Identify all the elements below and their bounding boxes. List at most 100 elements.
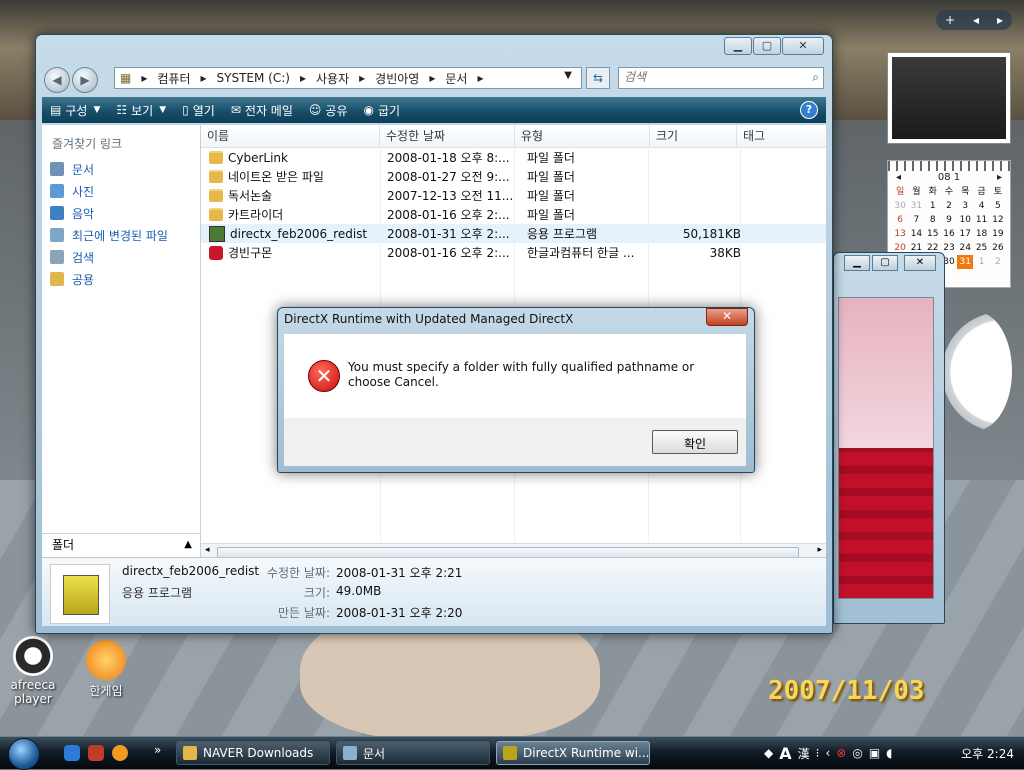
- calendar-day[interactable]: 31: [908, 199, 924, 213]
- search-icon[interactable]: ⌕: [812, 70, 819, 85]
- calendar-day[interactable]: 2: [990, 255, 1006, 269]
- calendar-day[interactable]: 1: [925, 199, 941, 213]
- taskbar-button-documents[interactable]: 문서: [336, 741, 490, 765]
- calendar-day[interactable]: 2: [941, 199, 957, 213]
- webcam-gadget[interactable]: [887, 52, 1011, 144]
- start-button[interactable]: [8, 738, 40, 770]
- sidebar-item-public[interactable]: 공용: [42, 268, 200, 290]
- breadcrumb-users[interactable]: 사용자: [316, 70, 349, 87]
- calendar-day[interactable]: 15: [925, 227, 941, 241]
- back-button[interactable]: ◀: [44, 67, 70, 93]
- calendar-day[interactable]: 16: [941, 227, 957, 241]
- close-button[interactable]: ✕: [782, 37, 824, 55]
- address-bar[interactable]: ▦ ▸ 컴퓨터 ▸ SYSTEM (C:) ▸ 사용자 ▸ 경빈아영 ▸ 문서 …: [114, 67, 582, 89]
- calendar-day[interactable]: 12: [990, 213, 1006, 227]
- add-gadget-icon[interactable]: +: [945, 13, 955, 27]
- scroll-left-icon[interactable]: ◂: [205, 545, 210, 555]
- calendar-day[interactable]: 10: [957, 213, 973, 227]
- ime-mode[interactable]: A: [779, 744, 791, 763]
- column-tags[interactable]: 태그: [737, 125, 813, 147]
- share-button[interactable]: ☺ 공유: [301, 98, 356, 122]
- calendar-day[interactable]: 19: [990, 227, 1006, 241]
- scroll-right-icon[interactable]: ▸: [817, 545, 822, 555]
- breadcrumb-documents[interactable]: 문서: [445, 70, 467, 87]
- close-button[interactable]: ✕: [904, 255, 936, 271]
- hanja-mode[interactable]: 漢: [798, 745, 810, 762]
- sidebar-item-recent[interactable]: 최근에 변경된 파일: [42, 224, 200, 246]
- column-name[interactable]: 이름: [201, 125, 380, 147]
- calendar-day[interactable]: 26: [990, 241, 1006, 255]
- search-box[interactable]: ⌕: [618, 67, 824, 89]
- maximize-button[interactable]: ▢: [872, 255, 898, 271]
- error-icon: ✕: [308, 360, 340, 392]
- breadcrumb-user[interactable]: 경빈아영: [375, 70, 419, 87]
- quicklaunch-app-icon[interactable]: [88, 745, 104, 761]
- minimize-button[interactable]: ▁: [724, 37, 752, 55]
- photo-viewer-window[interactable]: ▁ ▢ ✕: [833, 252, 945, 624]
- antivirus-icon[interactable]: ◎: [852, 746, 862, 760]
- column-size[interactable]: 크기: [650, 125, 737, 147]
- quicklaunch-more-icon[interactable]: »: [154, 743, 161, 757]
- search-input[interactable]: [619, 68, 799, 86]
- column-date[interactable]: 수정한 날짜: [380, 125, 515, 147]
- calendar-day[interactable]: 30: [892, 199, 908, 213]
- calendar-prev-icon[interactable]: ◂: [896, 171, 901, 185]
- calendar-day[interactable]: 13: [892, 227, 908, 241]
- tray-expand-icon[interactable]: ‹: [825, 746, 830, 760]
- calendar-day[interactable]: 17: [957, 227, 973, 241]
- help-button[interactable]: ?: [800, 101, 818, 119]
- calendar-day[interactable]: 14: [908, 227, 924, 241]
- calendar-day[interactable]: 18: [973, 227, 989, 241]
- organize-button[interactable]: ▤ 구성 ▼: [42, 98, 108, 122]
- calendar-day[interactable]: 5: [990, 199, 1006, 213]
- views-button[interactable]: ☷ 보기 ▼: [108, 98, 174, 122]
- refresh-button[interactable]: ⇆: [586, 67, 610, 89]
- taskbar-clock[interactable]: 오후 2:24: [961, 745, 1014, 762]
- calendar-day[interactable]: 25: [973, 241, 989, 255]
- open-button[interactable]: ▯ 열기: [174, 98, 223, 122]
- breadcrumb-computer[interactable]: 컴퓨터: [157, 70, 190, 87]
- next-icon[interactable]: ▸: [997, 13, 1003, 27]
- minimize-button[interactable]: ▁: [844, 255, 870, 271]
- calendar-next-icon[interactable]: ▸: [997, 171, 1002, 185]
- burn-button[interactable]: ◉ 굽기: [356, 98, 409, 122]
- sidebar-item-pictures[interactable]: 사진: [42, 180, 200, 202]
- network-icon[interactable]: ▣: [869, 746, 880, 760]
- forward-button[interactable]: ▶: [72, 67, 98, 93]
- prev-icon[interactable]: ◂: [973, 13, 979, 27]
- calendar-day[interactable]: 9: [941, 213, 957, 227]
- column-type[interactable]: 유형: [515, 125, 650, 147]
- desktop-icon-hangame[interactable]: 한게임: [76, 640, 136, 699]
- quicklaunch-app2-icon[interactable]: [112, 745, 128, 761]
- address-dropdown-icon[interactable]: ▼: [564, 70, 572, 81]
- volume-icon[interactable]: ◖: [886, 746, 892, 760]
- calendar-day[interactable]: 8: [925, 213, 941, 227]
- calendar-day[interactable]: 4: [973, 199, 989, 213]
- maximize-button[interactable]: ▢: [753, 37, 781, 55]
- calendar-day[interactable]: 1: [973, 255, 989, 269]
- calendar-day[interactable]: 7: [908, 213, 924, 227]
- calendar-day[interactable]: 24: [957, 241, 973, 255]
- file-date: 2008-01-18 오후 8:...: [387, 151, 510, 165]
- calendar-day[interactable]: 11: [973, 213, 989, 227]
- calendar-day[interactable]: 31: [957, 255, 974, 269]
- folders-toggle[interactable]: 폴더 ▲: [42, 533, 200, 555]
- language-bar-icon[interactable]: ◆: [764, 746, 773, 760]
- email-button[interactable]: ✉ 전자 메일: [223, 98, 301, 122]
- calendar-day[interactable]: 6: [892, 213, 908, 227]
- dialog-close-button[interactable]: ✕: [706, 308, 748, 326]
- tray-options-icon[interactable]: ⁝: [816, 746, 820, 760]
- ok-button[interactable]: 확인: [652, 430, 738, 454]
- calendar-day[interactable]: 3: [957, 199, 973, 213]
- internet-explorer-icon[interactable]: [64, 745, 80, 761]
- taskbar-button-naver[interactable]: NAVER Downloads: [176, 741, 330, 765]
- breadcrumb-system[interactable]: SYSTEM (C:): [217, 71, 290, 85]
- sidebar-item-search[interactable]: 검색: [42, 246, 200, 268]
- security-alert-icon[interactable]: ⊗: [836, 746, 846, 760]
- desktop-icon-afreeca[interactable]: afreeca player: [3, 636, 63, 706]
- sidebar-item-documents[interactable]: 문서: [42, 158, 200, 180]
- taskbar-button-directx[interactable]: DirectX Runtime wi...: [496, 741, 650, 765]
- error-dialog[interactable]: DirectX Runtime with Updated Managed Dir…: [277, 307, 755, 473]
- gadget-sidebar-controls[interactable]: + ◂ ▸: [936, 10, 1012, 30]
- sidebar-item-music[interactable]: 음악: [42, 202, 200, 224]
